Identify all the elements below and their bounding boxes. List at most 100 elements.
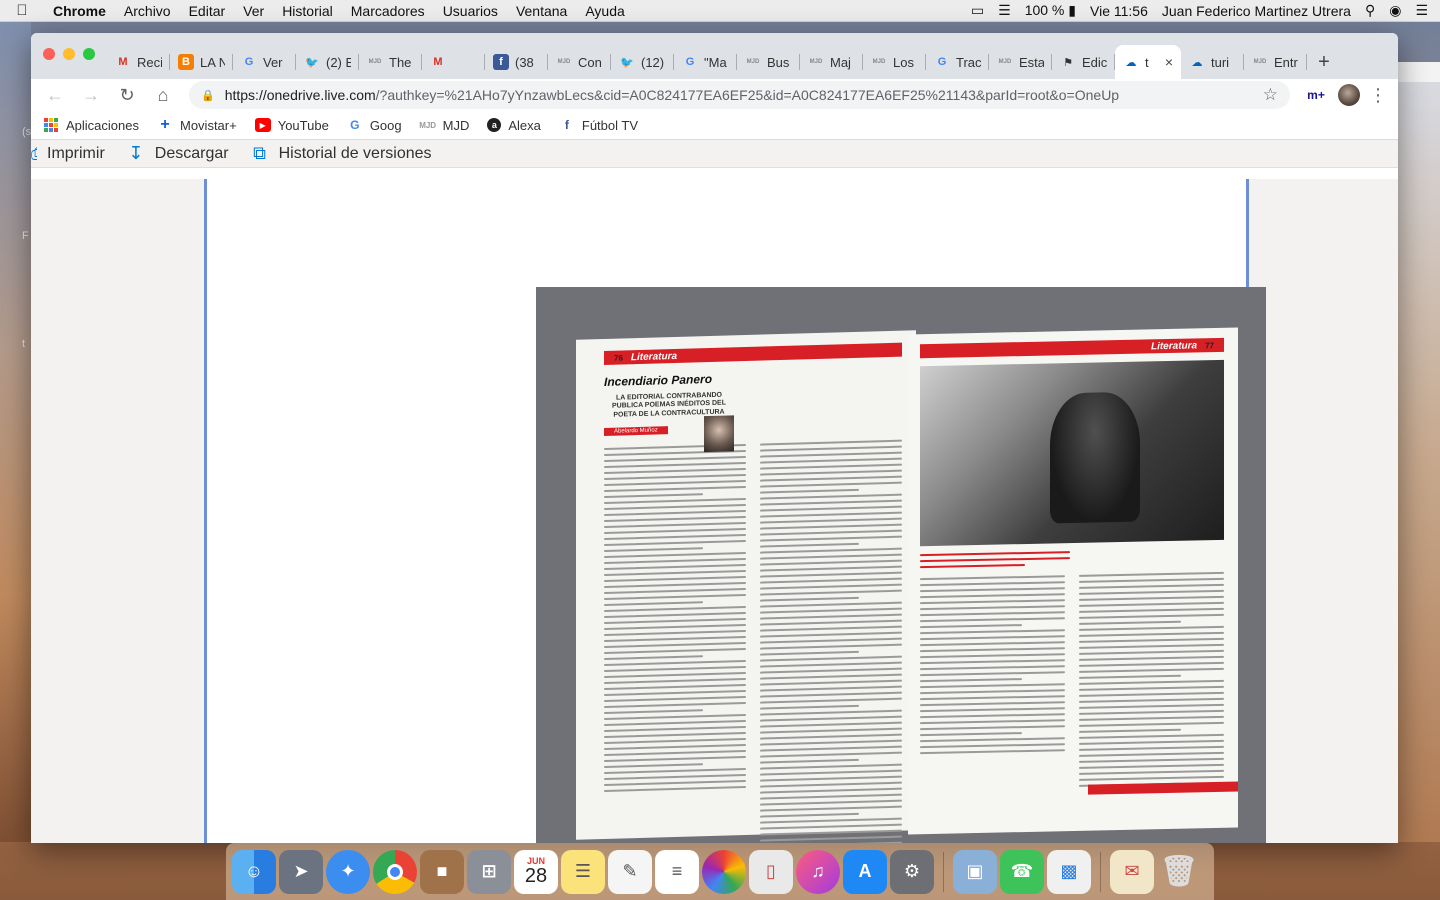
forward-icon[interactable]: → <box>77 81 105 109</box>
photos-icon[interactable] <box>702 849 746 894</box>
text-line <box>604 630 746 637</box>
menu-ver[interactable]: Ver <box>234 3 273 19</box>
textedit-icon[interactable]: ✎ <box>608 849 652 894</box>
home-icon[interactable]: ⌂ <box>149 81 177 109</box>
menu-ayuda[interactable]: Ayuda <box>576 3 633 19</box>
airplay-icon[interactable]: ▭ <box>971 2 984 19</box>
wifi-icon[interactable]: ☰ <box>998 2 1011 19</box>
version-history-button[interactable]: ⧉ Historial de versiones <box>251 143 431 164</box>
chrome-menu-icon[interactable]: ⋮ <box>1368 85 1388 106</box>
tab-13[interactable]: G Trac <box>926 45 989 79</box>
bookmark-youtube[interactable]: ▶ YouTube <box>254 118 329 133</box>
tab-4[interactable]: MJD The <box>359 45 422 79</box>
text-line <box>760 535 902 542</box>
safari-icon[interactable]: ✦ <box>326 849 370 894</box>
documents-stack-icon[interactable]: ✉ <box>1110 849 1154 894</box>
user-name[interactable]: Juan Federico Martinez Utrera <box>1162 3 1351 19</box>
apple-menu-icon[interactable]:  <box>0 2 44 19</box>
bookmark-futbol-tv[interactable]: f Fútbol TV <box>559 118 638 133</box>
text-line <box>1079 703 1224 709</box>
bookmark-aplicaciones[interactable]: Aplicaciones <box>43 118 139 133</box>
chrome-icon[interactable] <box>373 849 417 894</box>
text-line <box>1079 728 1181 733</box>
gmail-icon: M <box>433 56 443 68</box>
tab-16[interactable]: ☁ t × <box>1115 45 1181 79</box>
notification-center-icon[interactable]: ☰ <box>1415 2 1428 19</box>
tab-14[interactable]: MJD Esta <box>989 45 1052 79</box>
numbers-icon[interactable]: ▩ <box>1047 849 1091 894</box>
tab-3[interactable]: 🐦 (2) E <box>296 45 359 79</box>
menu-usuarios[interactable]: Usuarios <box>434 3 507 19</box>
tab-6[interactable]: f (38 <box>485 45 548 79</box>
close-tab-icon[interactable]: × <box>1165 54 1173 70</box>
menu-app-name[interactable]: Chrome <box>44 3 115 19</box>
address-bar[interactable]: 🔒 https://onedrive.live.com/?authkey=%21… <box>189 81 1290 109</box>
tab-18[interactable]: MJD Entr <box>1244 45 1307 79</box>
menu-marcadores[interactable]: Marcadores <box>342 3 434 19</box>
tab-17[interactable]: ☁ turi <box>1181 45 1244 79</box>
facetime-icon[interactable]: ☎ <box>1000 849 1044 894</box>
tab-11[interactable]: MJD Maj <box>800 45 863 79</box>
tab-12[interactable]: MJD Los <box>863 45 926 79</box>
right-section-title: Literatura <box>1150 339 1198 352</box>
itunes-icon[interactable]: ♫ <box>796 849 840 894</box>
minimize-window-button[interactable] <box>63 48 75 60</box>
movistar-extension-icon[interactable]: m+ <box>1302 88 1330 102</box>
spotlight-search-icon[interactable]: ⚲ <box>1365 2 1375 19</box>
text-line <box>760 451 902 458</box>
preview-icon[interactable]: ▯ <box>749 849 793 894</box>
text-line <box>760 607 902 614</box>
menu-editar[interactable]: Editar <box>180 3 235 19</box>
finder-icon[interactable]: ☺ <box>232 849 276 894</box>
app-store-icon[interactable]: A <box>843 849 887 894</box>
url-text[interactable]: https://onedrive.live.com/?authkey=%21AH… <box>225 87 1263 103</box>
text-line <box>760 583 902 590</box>
bookmark-goog[interactable]: G Goog <box>347 118 401 133</box>
notes-icon[interactable]: ☰ <box>561 849 605 894</box>
close-window-button[interactable] <box>43 48 55 60</box>
system-preferences-icon[interactable]: ⚙ <box>890 849 934 894</box>
trash-icon[interactable]: 🗑 <box>1157 850 1201 894</box>
clock[interactable]: Vie 11:56 <box>1090 3 1148 19</box>
text-line <box>760 631 902 638</box>
tab-15[interactable]: ⚑ Edic <box>1052 45 1115 79</box>
bookmark-alexa[interactable]: a Alexa <box>487 118 541 133</box>
menu-ventana[interactable]: Ventana <box>507 3 576 19</box>
menu-archivo[interactable]: Archivo <box>115 3 180 19</box>
tab-2[interactable]: G Ver <box>233 45 296 79</box>
tab-8[interactable]: 🐦 (12) <box>611 45 674 79</box>
zoom-window-button[interactable] <box>83 48 95 60</box>
tab-0[interactable]: M Reci <box>107 45 170 79</box>
bookmark-star-icon[interactable]: ☆ <box>1263 85 1278 105</box>
launchpad-icon[interactable]: ➤ <box>279 849 323 894</box>
text-line <box>920 624 1022 629</box>
tab-10[interactable]: MJD Bus <box>737 45 800 79</box>
bookmark-mjd[interactable]: MJD MJD <box>419 118 469 133</box>
image-capture-icon[interactable]: ▣ <box>953 849 997 894</box>
tab-9[interactable]: G "Ma <box>674 45 737 79</box>
profile-avatar[interactable] <box>1338 84 1360 106</box>
new-tab-button[interactable]: + <box>1307 45 1341 79</box>
calculator-icon[interactable]: ⊞ <box>467 849 511 894</box>
lock-icon[interactable]: 🔒 <box>201 89 215 102</box>
document-viewer[interactable]: 76 Literatura Incendiario Panero LA EDIT… <box>31 179 1398 843</box>
download-button[interactable]: ↧ Descargar <box>127 143 228 164</box>
text-line <box>760 685 902 692</box>
print-button[interactable]: ⎙ Imprimir <box>31 143 105 164</box>
text-line <box>604 618 746 625</box>
text-line <box>604 714 746 721</box>
reminders-icon[interactable]: ≡ <box>655 849 699 894</box>
text-line <box>760 589 902 596</box>
reload-icon[interactable]: ↻ <box>113 81 141 109</box>
battery-status[interactable]: 100 % ▮ <box>1025 2 1076 19</box>
tab-5[interactable]: M <box>422 45 485 79</box>
back-icon[interactable]: ← <box>41 81 69 109</box>
bookmark-movistar[interactable]: + Movistar+ <box>157 116 236 133</box>
contacts-icon[interactable]: ■ <box>420 849 464 894</box>
siri-icon[interactable]: ◉ <box>1389 2 1401 19</box>
menu-historial[interactable]: Historial <box>273 3 342 19</box>
calendar-icon[interactable]: JUN 28 <box>514 849 558 894</box>
tab-1[interactable]: B LA N <box>170 45 233 79</box>
text-line <box>604 510 746 517</box>
tab-7[interactable]: MJD Con <box>548 45 611 79</box>
